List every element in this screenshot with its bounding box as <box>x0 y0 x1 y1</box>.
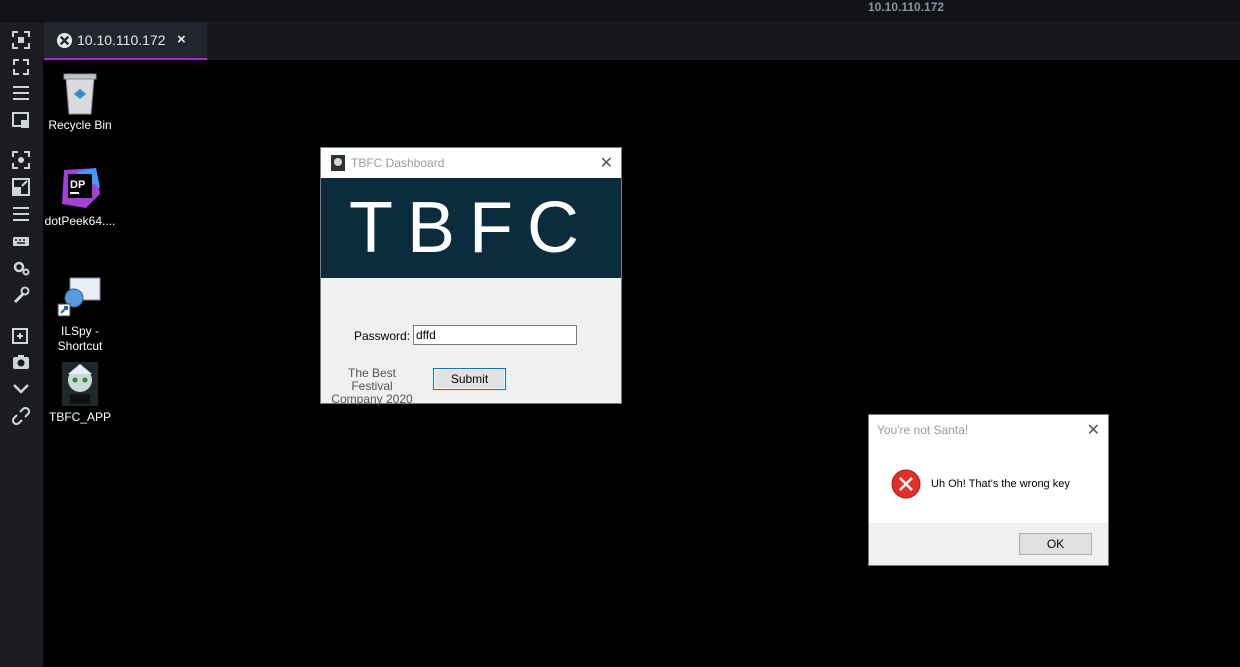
desktop-icon-recycle-bin[interactable]: Recycle Bin <box>43 68 117 133</box>
chevron-down-icon[interactable] <box>11 378 31 398</box>
error-dialog: You're not Santa! ✕ Uh Oh! That's the wr… <box>868 414 1109 566</box>
password-label: Password: <box>354 329 411 343</box>
error-message: Uh Oh! That's the wrong key <box>931 478 1070 490</box>
remote-session-icon <box>56 32 73 49</box>
fullscreen-icon[interactable] <box>11 30 31 50</box>
desktop-icon-label: TBFC_APP <box>48 410 111 424</box>
tab-label: 10.10.110.172 <box>77 32 166 48</box>
new-window-icon[interactable] <box>11 325 31 345</box>
tab-remote-session[interactable]: 10.10.110.172 × <box>44 22 207 60</box>
error-icon <box>891 469 921 499</box>
expand-icon[interactable] <box>11 57 31 77</box>
window-icon[interactable] <box>11 110 31 130</box>
capture-icon[interactable] <box>11 150 31 170</box>
remote-desktop[interactable]: Recycle Bin DP dotPeek64.... ILSpy - Sho… <box>43 60 1240 667</box>
svg-text:DP: DP <box>70 179 85 191</box>
resize-icon[interactable] <box>11 177 31 197</box>
window-titlebar[interactable]: TBFC Dashboard ✕ <box>321 148 621 178</box>
desktop-icon-dotpeek[interactable]: DP dotPeek64.... <box>43 164 117 229</box>
desktop-icon-ilspy-shortcut[interactable]: ILSpy - Shortcut <box>43 274 117 354</box>
tbfc-dashboard-window: TBFC Dashboard ✕ TBFC Password: dffd The… <box>320 147 622 406</box>
recycle-bin-icon <box>56 68 104 116</box>
dotpeek-icon: DP <box>56 164 104 212</box>
tbfc-app-icon <box>56 360 104 408</box>
top-header-bar: 10.10.110.172 <box>0 0 1240 22</box>
dialog-titlebar[interactable]: You're not Santa! ✕ <box>869 415 1108 445</box>
session-toolbar <box>0 22 43 667</box>
desktop-icon-tbfc-app[interactable]: TBFC_APP <box>43 360 117 425</box>
tab-strip: 10.10.110.172 × <box>43 22 1240 60</box>
keyboard-icon[interactable] <box>11 231 31 251</box>
wrench-icon[interactable] <box>11 285 31 305</box>
close-icon[interactable]: ✕ <box>1087 420 1100 440</box>
ilspy-icon <box>56 274 104 322</box>
submit-button[interactable]: Submit <box>433 368 506 390</box>
menu-icon[interactable] <box>11 83 31 103</box>
ok-button[interactable]: OK <box>1019 533 1092 555</box>
list-icon[interactable] <box>11 204 31 224</box>
tab-close-button[interactable]: × <box>177 31 186 48</box>
dialog-title: You're not Santa! <box>877 423 969 437</box>
settings-icon[interactable] <box>11 258 31 278</box>
window-title: TBFC Dashboard <box>351 156 445 170</box>
link-icon[interactable] <box>11 406 31 426</box>
company-label: The Best Festival Company 2020 <box>331 366 413 406</box>
tbfc-banner: TBFC <box>321 178 621 278</box>
desktop-icon-label: dotPeek64.... <box>44 214 116 228</box>
app-icon <box>331 155 345 171</box>
desktop-icon-label: Recycle Bin <box>48 118 112 132</box>
host-address: 10.10.110.172 <box>868 0 945 14</box>
camera-icon[interactable] <box>11 352 31 372</box>
dialog-footer: OK <box>869 523 1108 565</box>
close-icon[interactable]: ✕ <box>600 153 613 173</box>
password-input[interactable]: dffd <box>413 325 577 345</box>
desktop-icon-label: ILSpy - Shortcut <box>57 324 103 353</box>
